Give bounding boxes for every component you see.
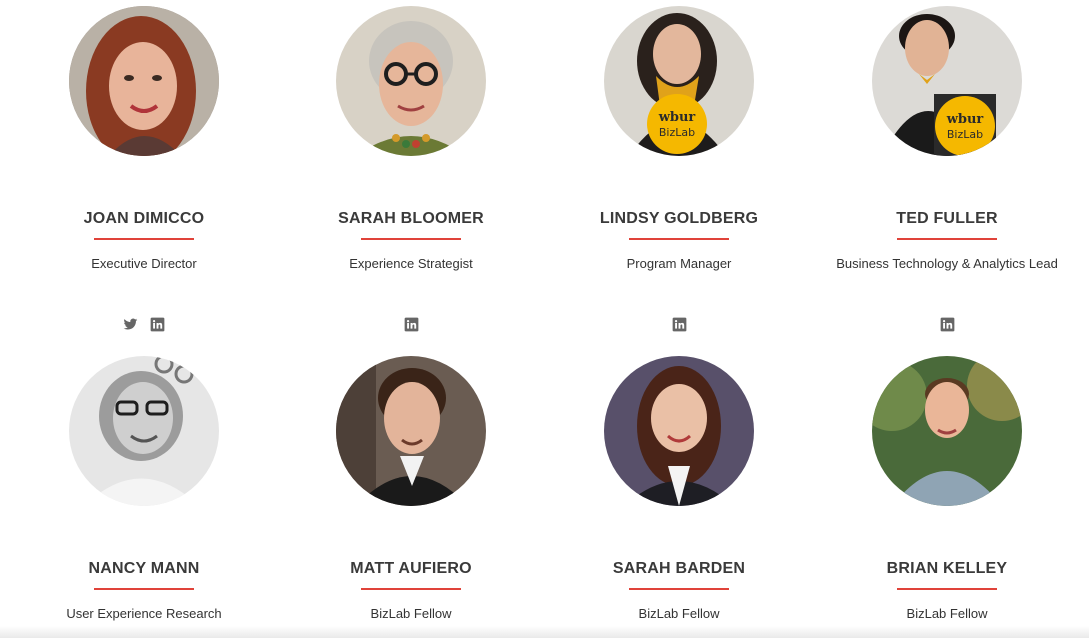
member-photo (69, 356, 219, 506)
linkedin-icon[interactable] (150, 317, 165, 332)
member-name: SARAH BLOOMER (338, 210, 484, 227)
team-member: SARAH BARDEN BizLab Fellow (545, 356, 813, 638)
sign-text-bizlab: BizLab (659, 126, 695, 139)
member-role: Executive Director (91, 256, 197, 271)
team-member: MATT AUFIERO BizLab Fellow (277, 356, 545, 638)
name-underline (629, 238, 729, 240)
member-name: JOAN DIMICCO (83, 210, 205, 227)
team-member: wbur BizLab LINDSY GOLDBERG Program Mana… (545, 6, 813, 336)
team-member: JOAN DIMICCO Executive Director (10, 6, 278, 336)
name-underline (361, 588, 461, 590)
name-underline (94, 238, 194, 240)
member-photo (872, 356, 1022, 506)
linkedin-icon[interactable] (940, 317, 955, 332)
member-photo (336, 356, 486, 506)
member-photo: wbur BizLab (604, 6, 754, 156)
name-underline (897, 588, 997, 590)
member-name: LINDSY GOLDBERG (599, 210, 759, 227)
team-member: SARAH BLOOMER Experience Strategist (277, 6, 545, 336)
name-underline (629, 588, 729, 590)
name-underline (94, 588, 194, 590)
member-name: SARAH BARDEN (612, 560, 746, 577)
team-member: BRIAN KELLEY BizLab Fellow (813, 356, 1081, 638)
member-role: Experience Strategist (349, 256, 473, 271)
member-name: BRIAN KELLEY (886, 560, 1008, 577)
linkedin-icon[interactable] (672, 317, 687, 332)
team-grid: JOAN DIMICCO Executive Director SARAH BL… (0, 0, 1089, 638)
twitter-icon[interactable] (123, 317, 138, 332)
sign-text-wbur: wbur (946, 112, 984, 127)
member-photo (69, 6, 219, 156)
member-name: MATT AUFIERO (350, 560, 472, 577)
social-links (277, 317, 545, 333)
member-role: Program Manager (626, 256, 732, 271)
member-role: BizLab Fellow (370, 606, 452, 621)
name-underline (361, 238, 461, 240)
social-links (10, 317, 278, 333)
team-member: wbur BizLab TED FULLER Business Technolo… (813, 6, 1081, 336)
social-links (813, 317, 1081, 333)
linkedin-icon[interactable] (404, 317, 419, 332)
member-role: BizLab Fellow (638, 606, 720, 621)
social-links (545, 317, 813, 333)
bottom-shadow (0, 626, 1089, 638)
sign-text-wbur: wbur (658, 110, 696, 125)
member-photo (604, 356, 754, 506)
member-name: TED FULLER (896, 210, 998, 227)
member-photo (336, 6, 486, 156)
member-photo: wbur BizLab (872, 6, 1022, 156)
name-underline (897, 238, 997, 240)
sign-text-bizlab: BizLab (947, 128, 983, 141)
team-member: NANCY MANN User Experience Research (10, 356, 278, 638)
member-role: User Experience Research (66, 606, 222, 621)
member-role: Business Technology & Analytics Lead (836, 256, 1058, 271)
member-role: BizLab Fellow (906, 606, 988, 621)
member-name: NANCY MANN (88, 560, 200, 577)
